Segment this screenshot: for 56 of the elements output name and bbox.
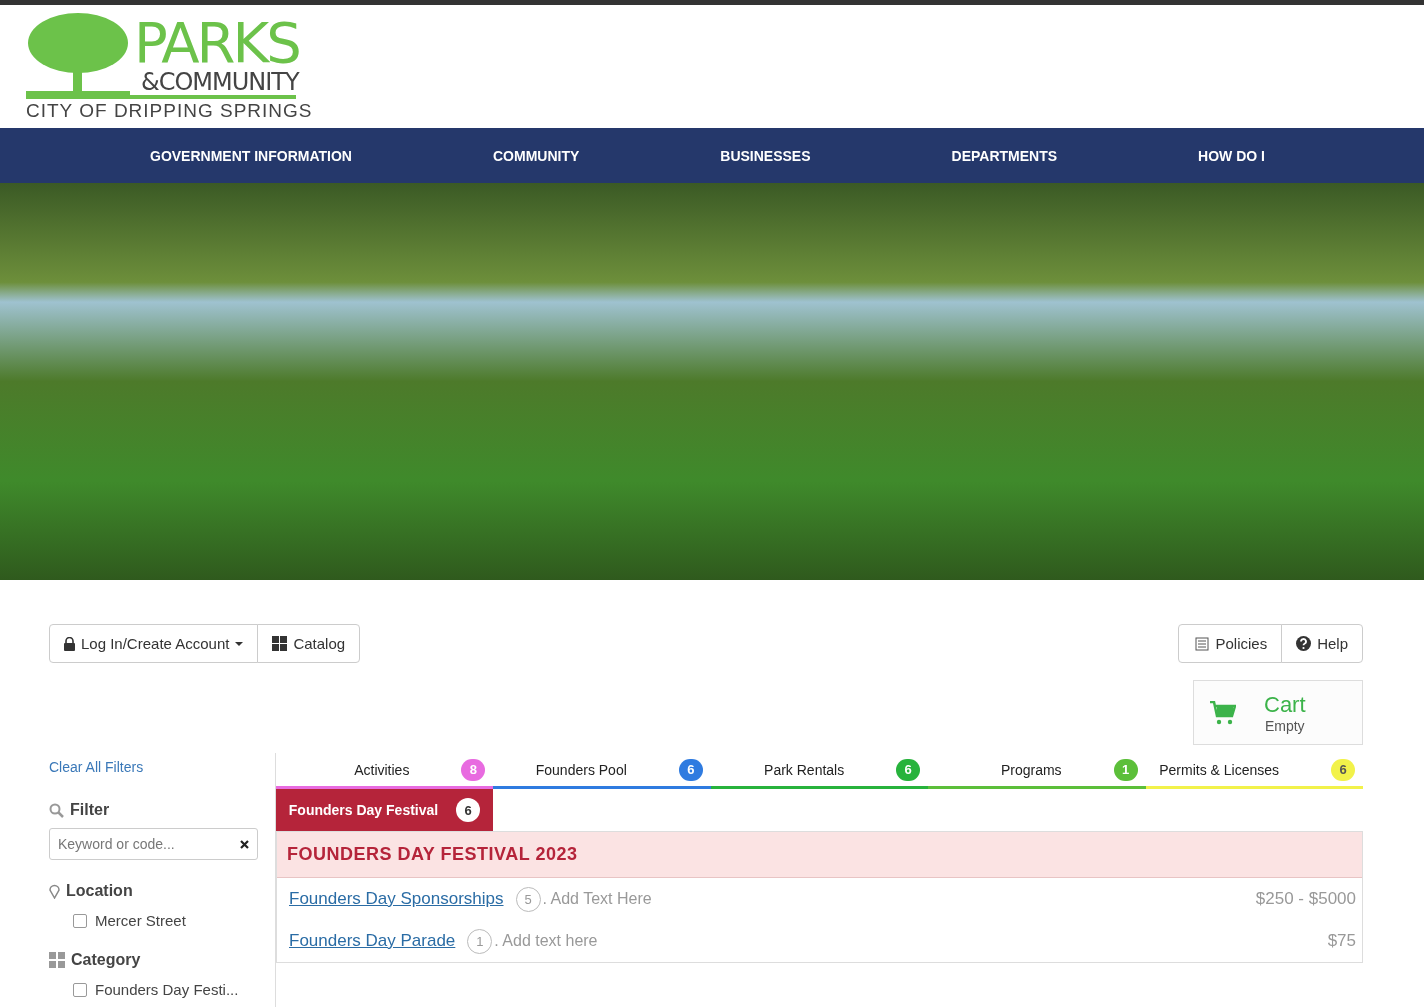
logo-tagline: CITY OF DRIPPING SPRINGS xyxy=(26,98,313,123)
item-link[interactable]: Founders Day Parade xyxy=(289,931,456,951)
keyword-search-field[interactable]: Keyword or code... xyxy=(49,828,258,860)
section-title: FOUNDERS DAY FESTIVAL 2023 xyxy=(287,844,578,865)
cart-status: Empty xyxy=(1264,717,1305,734)
checkbox-label: Founders Day Festi... xyxy=(95,981,239,998)
account-button[interactable]: Log In/Create Account xyxy=(49,624,259,663)
count-badge: 6 xyxy=(678,758,703,781)
grid-icon xyxy=(49,952,65,968)
filter-group-heading: Location xyxy=(66,882,133,900)
nav-link[interactable]: GOVERNMENT INFORMATION xyxy=(150,143,352,168)
nav-link[interactable]: HOW DO I xyxy=(1198,143,1265,168)
help-button[interactable]: Help xyxy=(1281,624,1363,663)
item-description: . Add Text Here xyxy=(542,890,652,908)
tab-label: Activities xyxy=(354,761,410,778)
grid-icon xyxy=(272,636,288,651)
item-description: . Add text here xyxy=(494,932,598,950)
nav-link[interactable]: BUSINESSES xyxy=(720,143,811,168)
tab-label: Permits & Licenses xyxy=(1159,761,1280,778)
count-badge: 8 xyxy=(461,758,486,781)
catalog-button[interactable]: Catalog xyxy=(257,624,361,663)
close-icon[interactable] xyxy=(240,840,249,849)
checkbox-label: Mercer Street xyxy=(95,912,186,929)
category-tab[interactable]: Programs 1 xyxy=(928,753,1146,789)
logo-subtitle: &COMMUNITY xyxy=(141,68,299,95)
cart-panel[interactable]: Cart Empty xyxy=(1193,680,1363,745)
tab-label: Founders Pool xyxy=(535,761,627,778)
shopping-cart-icon xyxy=(1210,700,1236,725)
item-price: $250 - $5000 xyxy=(1255,889,1356,909)
count-badge: 6 xyxy=(456,798,481,822)
tab-label: Programs xyxy=(1000,761,1062,778)
cart-title: Cart xyxy=(1264,691,1306,718)
category-tab[interactable]: Permits & Licenses 6 xyxy=(1145,753,1364,789)
clear-filters-link[interactable]: Clear All Filters xyxy=(49,759,258,775)
lock-icon xyxy=(64,636,75,651)
logo-title: PARKS xyxy=(134,16,299,69)
checkbox[interactable] xyxy=(73,913,87,928)
tab-label: Park Rentals xyxy=(764,761,845,778)
nav-link[interactable]: DEPARTMENTS xyxy=(951,143,1058,168)
policies-button[interactable]: Policies xyxy=(1178,624,1283,663)
documents-icon xyxy=(1193,636,1210,651)
nav-link[interactable]: COMMUNITY xyxy=(492,143,580,168)
checkbox[interactable] xyxy=(73,982,87,997)
filter-heading: Filter xyxy=(70,801,110,819)
category-tab[interactable]: Park Rentals 6 xyxy=(710,753,929,789)
count-badge: 6 xyxy=(896,758,921,781)
count-badge: 6 xyxy=(1331,758,1356,781)
filter-group-heading: Category xyxy=(71,951,141,969)
item-price: $75 xyxy=(1327,931,1356,951)
item-link[interactable]: Founders Day Sponsorships xyxy=(289,889,504,909)
help-icon xyxy=(1296,636,1312,651)
count-badge: 1 xyxy=(1113,758,1138,781)
search-icon xyxy=(49,802,64,818)
subcategory-tab[interactable]: Founders Day Festival 6 xyxy=(276,789,493,831)
map-pin-icon xyxy=(49,883,60,899)
category-tab[interactable]: Founders Pool 6 xyxy=(493,753,711,789)
